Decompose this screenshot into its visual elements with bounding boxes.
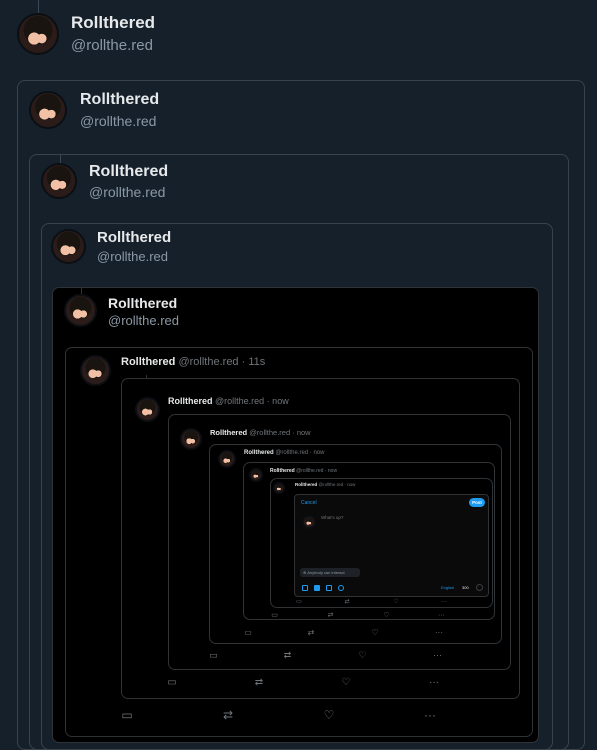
avatar[interactable]	[180, 428, 202, 450]
post-header[interactable]: Rollthered @rollthe.red · now	[295, 482, 355, 487]
like-icon[interactable]: ♡	[341, 678, 351, 688]
like-icon[interactable]: ♡	[371, 629, 379, 637]
reply-icon[interactable]: ▭	[271, 612, 278, 619]
repost-icon[interactable]: ⇄	[222, 709, 234, 721]
gif-icon[interactable]	[326, 585, 332, 591]
author-handle[interactable]: @rollthe.red	[108, 313, 179, 328]
avatar[interactable]	[29, 91, 67, 129]
avatar[interactable]	[273, 482, 285, 494]
reply-icon[interactable]: ▭	[209, 651, 218, 660]
author-name[interactable]: Rollthered	[97, 229, 171, 246]
author-meta: @rollthe.red · now	[275, 450, 325, 456]
character-count: 300	[462, 585, 469, 590]
author-name[interactable]: Rollthered	[108, 295, 177, 311]
author-handle[interactable]: @rollthe.red	[71, 37, 153, 54]
author-meta: @rollthe.red · now	[249, 428, 311, 437]
like-icon[interactable]: ♡	[323, 709, 335, 721]
author-name[interactable]: Rollthered	[168, 396, 213, 406]
more-icon[interactable]: ···	[428, 678, 440, 688]
author-handle[interactable]: @rollthe.red	[89, 184, 165, 200]
post-header[interactable]: Rollthered @rollthe.red · now	[270, 468, 337, 474]
language-select[interactable]: English	[441, 585, 454, 590]
avatar[interactable]	[135, 397, 160, 422]
reply-icon[interactable]: ▭	[121, 709, 133, 721]
author-name[interactable]: Rollthered	[71, 13, 155, 33]
author-handle[interactable]: @rollthe.red	[80, 113, 156, 129]
post-button[interactable]: Post	[469, 498, 485, 507]
author-meta: @rollthe.red · now	[318, 482, 356, 487]
avatar[interactable]	[51, 229, 86, 264]
reply-icon[interactable]: ▭	[244, 629, 252, 637]
repost-icon[interactable]: ⇄	[327, 612, 334, 619]
more-icon[interactable]: ···	[432, 651, 443, 660]
author-name[interactable]: Rollthered	[210, 428, 247, 437]
more-icon[interactable]: ···	[423, 709, 437, 721]
author-name[interactable]: Rollthered	[89, 163, 168, 181]
post-header[interactable]: Rollthered @rollthe.red · now	[210, 428, 311, 437]
camera-icon[interactable]	[314, 585, 320, 591]
avatar[interactable]	[41, 163, 77, 199]
author-meta: @rollthe.red · now	[296, 468, 338, 474]
avatar[interactable]	[17, 13, 59, 55]
author-name[interactable]: Rollthered	[244, 450, 274, 456]
post-header[interactable]: Rollthered @rollthe.red · now	[244, 450, 324, 456]
repost-icon[interactable]: ⇄	[283, 651, 292, 660]
reply-icon[interactable]: ▭	[296, 599, 302, 605]
author-name[interactable]: Rollthered	[295, 482, 317, 487]
avatar[interactable]	[80, 355, 111, 386]
more-icon[interactable]: ···	[434, 629, 444, 637]
interaction-settings-chip[interactable]: ⊕ Anybody can interact	[300, 568, 360, 577]
reply-icon[interactable]: ▭	[167, 678, 177, 688]
author-meta: @rollthe.red · 11s	[178, 356, 266, 368]
image-icon[interactable]	[302, 585, 308, 591]
avatar[interactable]	[218, 450, 236, 468]
author-name[interactable]: Rollthered	[270, 468, 295, 474]
author-name[interactable]: Rollthered	[80, 91, 159, 109]
author-name[interactable]: Rollthered	[121, 356, 175, 368]
thread-line	[38, 0, 39, 14]
emoji-icon[interactable]	[338, 585, 344, 591]
avatar[interactable]	[249, 468, 263, 482]
like-icon[interactable]: ♡	[393, 599, 399, 605]
chip-label: Anybody can interact	[307, 570, 345, 575]
avatar[interactable]	[302, 515, 316, 529]
author-meta: @rollthe.red · now	[215, 396, 289, 406]
avatar[interactable]	[64, 294, 97, 327]
like-icon[interactable]: ♡	[358, 651, 367, 660]
post-header[interactable]: Rollthered @rollthe.red · 11s	[121, 356, 265, 368]
like-icon[interactable]: ♡	[383, 612, 390, 619]
more-icon[interactable]: ···	[440, 599, 448, 605]
post-text-input[interactable]: What's up?	[321, 515, 343, 520]
progress-ring-icon	[476, 584, 483, 591]
post-composer[interactable]	[294, 494, 489, 597]
cancel-button[interactable]: Cancel	[301, 500, 317, 506]
author-handle[interactable]: @rollthe.red	[97, 249, 168, 264]
globe-icon: ⊕	[303, 570, 307, 575]
repost-icon[interactable]: ⇄	[254, 678, 264, 688]
repost-icon[interactable]: ⇄	[344, 599, 350, 605]
post-header[interactable]: Rollthered @rollthe.red · now	[168, 396, 289, 406]
repost-icon[interactable]: ⇄	[307, 629, 315, 637]
more-icon[interactable]: ···	[437, 612, 446, 619]
